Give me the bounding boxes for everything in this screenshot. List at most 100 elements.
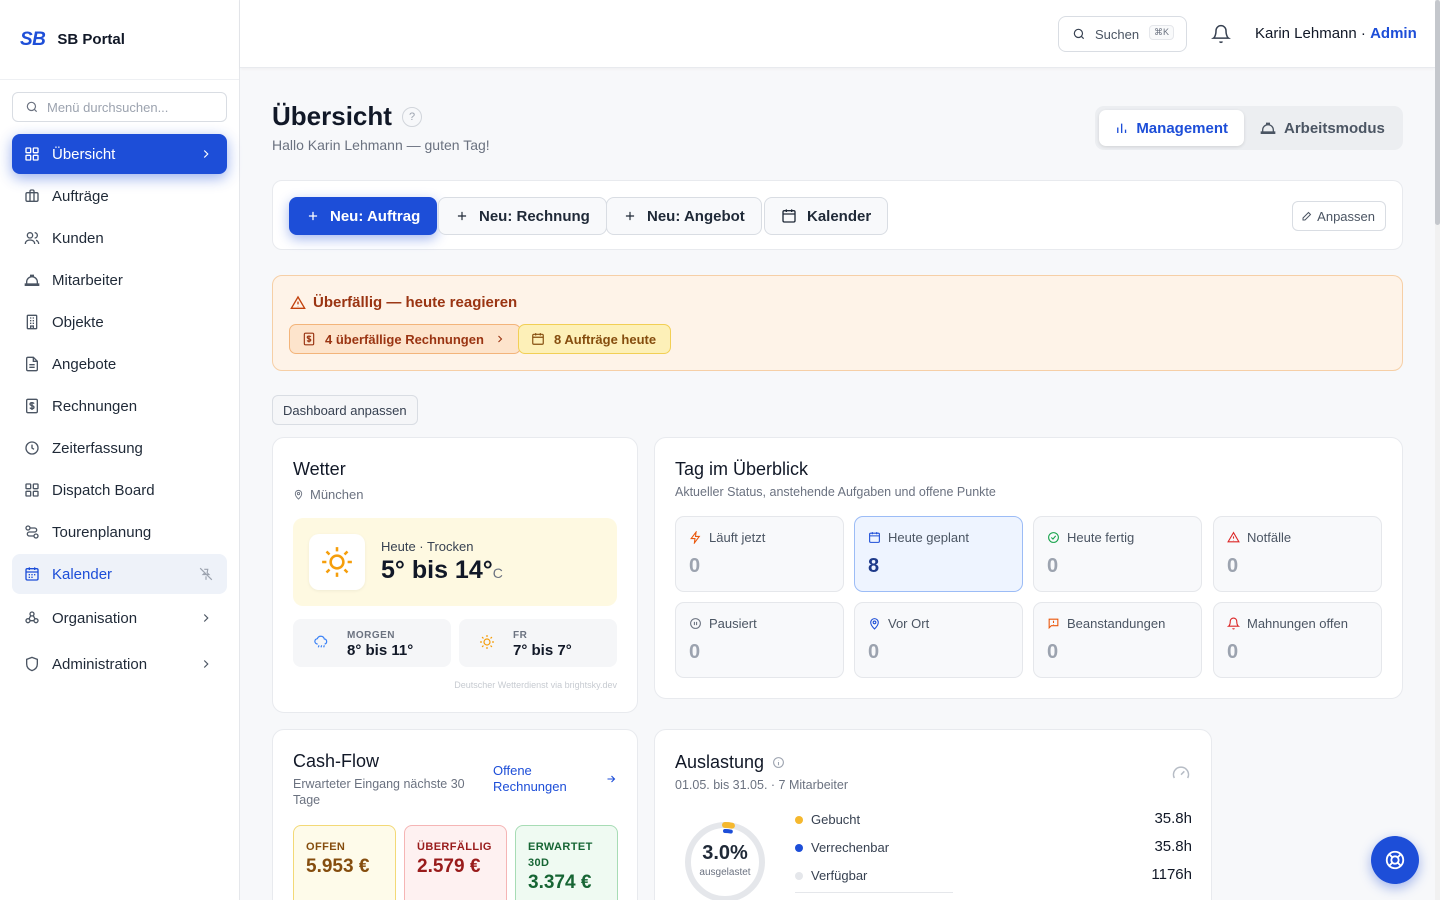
pin-icon [870,618,879,630]
location-pin-icon [294,489,303,500]
file-icon [26,356,38,372]
page-title: Übersicht [272,101,392,131]
search-label: Suchen [1095,26,1140,42]
help-icon[interactable]: ? [402,107,422,127]
chevron-right-icon [498,335,503,343]
utilization-title: Auslastung [675,752,765,772]
tile-on-site[interactable]: Vor Ort 0 [854,602,1023,678]
sidebar-item-label: Tourenplanung [52,523,152,541]
weather-card: Wetter München Heute · Trocken 5° bis 14… [272,437,638,713]
tile-running[interactable]: Läuft jetzt 0 [675,516,844,592]
kpi-open[interactable]: OFFEN 5.953 € [293,825,396,900]
sidebar-item-mitarbeiter[interactable]: Mitarbeiter [12,260,227,300]
warning-icon [290,295,306,309]
weather-today-label: Heute · Trocken [381,539,474,554]
brand-logo: SB [20,28,46,50]
notification-bell-icon[interactable] [1211,24,1231,44]
check-circle-icon [1048,532,1059,543]
day-overview-title: Tag im Überblick [675,459,809,479]
sidebar-item-objekte[interactable]: Objekte [12,302,227,342]
orders-today-chip[interactable]: 8 Aufträge heute [518,324,672,354]
tile-paused[interactable]: Pausiert 0 [675,602,844,678]
tile-complaints[interactable]: Beanstandungen 0 [1033,602,1202,678]
user-menu[interactable]: Karin Lehmann · Admin [1255,25,1417,42]
dashboard-customize-button[interactable]: Dashboard anpassen [272,395,418,425]
mode-management-button[interactable]: Management [1099,110,1244,146]
page-scrollbar[interactable] [1435,0,1440,900]
tile-done-today[interactable]: Heute fertig 0 [1033,516,1202,592]
menu-search-input[interactable]: Menü durchsuchen... [12,92,227,122]
kpi-value: 3.374 € [528,872,592,893]
sidebar-item-rechnungen[interactable]: Rechnungen [12,386,227,426]
pencil-icon [1302,211,1312,221]
calendar-button[interactable]: Kalender [764,197,889,235]
sidebar-item-auftraege[interactable]: Aufträge [12,176,227,216]
customize-quick-actions-button[interactable]: Anpassen [1292,201,1386,231]
clock-icon [25,441,39,455]
sidebar-item-kunden[interactable]: Kunden [12,218,227,258]
sidebar-item-label: Objekte [52,313,104,331]
shield-icon [26,656,38,672]
help-support-button[interactable] [1371,836,1419,884]
kpi-overdue[interactable]: ÜBERFÄLLIG 2.579 € [404,825,507,900]
mode-arbeitsmodus-button[interactable]: Arbeitsmodus [1244,110,1401,146]
global-search-button[interactable]: Suchen ⌘K [1058,16,1187,52]
kpi-expected-30d[interactable]: ERWARTET 30D 3.374 € [515,825,618,900]
rain-cloud-icon [314,635,328,648]
sidebar-item-dispatch-board[interactable]: Dispatch Board [12,470,227,510]
new-invoice-button[interactable]: Neu: Rechnung [438,197,607,235]
button-label: Anpassen [1317,208,1375,224]
lifebuoy-icon [1385,850,1405,870]
route-icon [25,525,39,539]
sidebar-item-kalender[interactable]: Kalender [12,554,227,594]
cashflow-card: Cash-Flow Erwarteter Eingang nächste 30 … [272,729,638,900]
info-icon[interactable] [772,756,785,769]
weather-today: Heute · Trocken 5° bis 14°C [293,518,617,606]
tile-value: 0 [1227,555,1239,577]
overdue-invoices-chip[interactable]: 4 überfällige Rechnungen [289,324,521,354]
sidebar-item-tourenplanung[interactable]: Tourenplanung [12,512,227,552]
legend-booked: Gebucht 35.8h [795,810,1192,830]
utilization-title-row: Auslastung [675,752,785,773]
cashflow-subtitle: Erwarteter Eingang nächste 30 Tage [293,777,465,807]
sidebar-item-uebersicht[interactable]: Übersicht [12,134,227,174]
tile-reminders-open[interactable]: Mahnungen offen 0 [1213,602,1382,678]
sidebar-item-zeiterfassung[interactable]: Zeiterfassung [12,428,227,468]
tile-emergencies[interactable]: Notfälle 0 [1213,516,1382,592]
tile-value: 0 [1227,641,1239,663]
calendar-icon [25,567,39,581]
tile-label: Pausiert [709,616,757,631]
user-separator: · [1356,25,1371,42]
scrollbar-thumb[interactable] [1435,0,1440,225]
tile-label: Mahnungen offen [1247,616,1348,631]
utilization-card: Auslastung 01.05. bis 31.05. · 7 Mitarbe… [654,729,1212,900]
legend-label: Verrechenbar [811,840,890,855]
sidebar-nav: Übersicht Aufträge Kunden Mitarbeiter Ob… [0,134,239,686]
chevron-right-icon [203,614,209,622]
calendar-icon [532,333,544,345]
message-alert-icon [1048,618,1059,630]
sidebar-group-organisation[interactable]: Organisation [12,596,227,640]
mode-label: Arbeitsmodus [1284,119,1385,137]
new-offer-button[interactable]: Neu: Angebot [606,197,762,235]
sidebar-group-administration[interactable]: Administration [12,642,227,686]
sidebar: SB SB Portal Menü durchsuchen... Übersic… [0,0,240,900]
tile-label: Läuft jetzt [709,530,766,545]
new-order-button[interactable]: Neu: Auftrag [289,197,438,235]
user-name: Karin Lehmann [1255,25,1357,42]
sun-icon-box [309,534,365,590]
brand[interactable]: SB SB Portal [0,0,239,80]
legend-dot [795,816,803,824]
open-invoices-link[interactable]: Offene Rechnungen [493,763,578,795]
tile-label: Heute geplant [888,530,969,545]
hardhat-icon [24,274,40,286]
alert-title: Überfällig — heute reagieren [313,294,518,311]
tile-value: 0 [868,641,880,663]
greeting: Hallo Karin Lehmann — guten Tag! [272,137,490,153]
tile-planned-today[interactable]: Heute geplant 8 [854,516,1023,592]
gauge-icon[interactable] [1171,763,1191,783]
sidebar-item-angebote[interactable]: Angebote [12,344,227,384]
pin-off-icon[interactable] [199,567,213,581]
tile-value: 0 [689,555,701,577]
arrow-right-icon[interactable] [605,773,617,785]
